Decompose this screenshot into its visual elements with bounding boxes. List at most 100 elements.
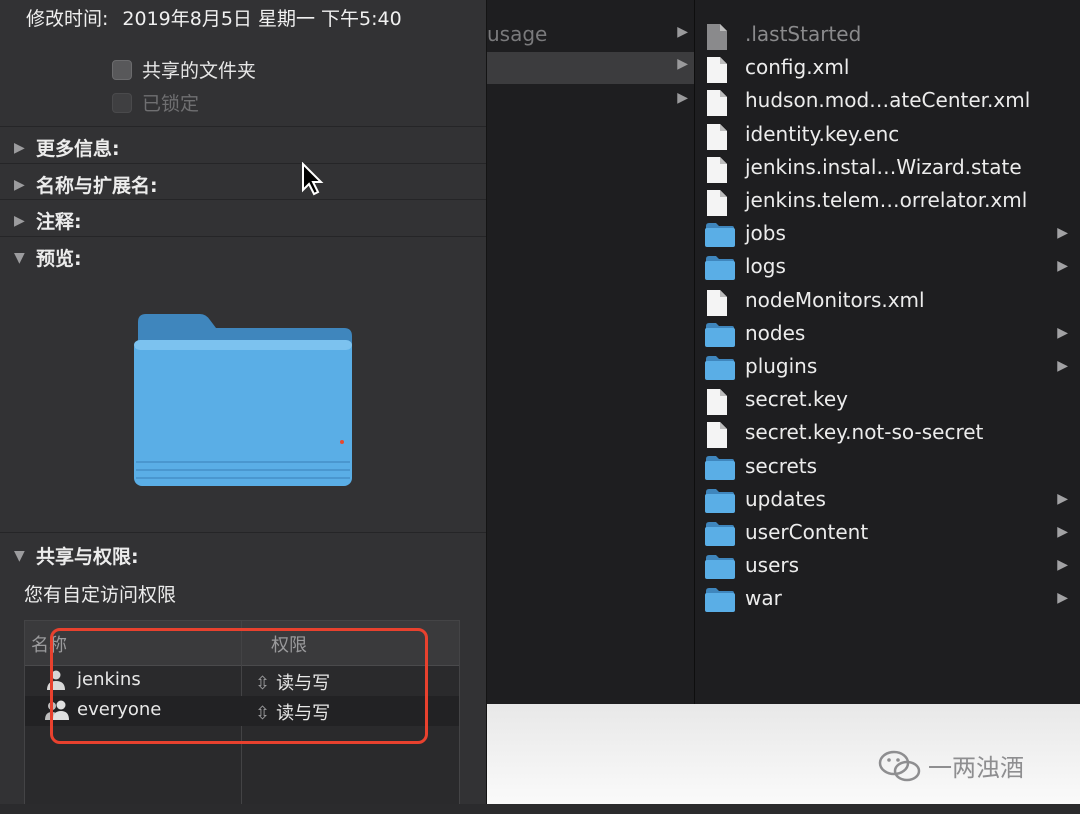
modified-value: 2019年8月5日 星期一 下午5:40 — [122, 8, 402, 30]
file-name: secret.key — [745, 387, 849, 411]
document-icon — [707, 157, 727, 183]
item-name: usage — [487, 22, 548, 46]
file-name: secrets — [745, 454, 818, 478]
finder-file-column: .lastStarted config.xml hudson.mod…ateCent… — [695, 0, 1080, 704]
section-label: 更多信息: — [36, 138, 120, 160]
checkbox-box[interactable] — [112, 92, 132, 113]
annotation-highlight-box — [50, 628, 428, 744]
folder-row[interactable]: userContent ▶ — [695, 518, 1080, 551]
folder-icon — [705, 256, 735, 280]
section-sharing-permissions[interactable]: ▼ 共享与权限: — [14, 542, 139, 569]
finder-previous-column: usage ▶ ▶ ▶ — [487, 0, 695, 704]
file-name: jenkins.instal…Wizard.state — [745, 155, 1022, 179]
folder-row[interactable]: nodes ▶ — [695, 319, 1080, 352]
file-name: hudson.mod…ateCenter.xml — [745, 88, 1031, 112]
divider — [0, 163, 486, 164]
folder-icon — [705, 456, 735, 480]
folder-preview-icon — [134, 314, 352, 486]
watermark: 一两浊酒 — [878, 748, 1024, 783]
document-icon — [707, 124, 727, 150]
section-name-extension[interactable]: ▶ 名称与扩展名: — [14, 171, 158, 198]
file-row[interactable]: config.xml — [695, 53, 1080, 86]
bottom-edge — [0, 804, 1080, 814]
shared-folder-label: 共享的文件夹 — [142, 60, 257, 82]
chevron-right-icon: ▶ — [1057, 557, 1068, 573]
folder-icon — [705, 223, 735, 247]
chevron-right-icon: ▶ — [677, 24, 688, 40]
document-icon — [707, 90, 727, 116]
chevron-right-icon: ▶ — [1057, 225, 1068, 241]
section-label: 共享与权限: — [36, 546, 139, 568]
folder-icon — [705, 356, 735, 380]
list-item[interactable]: usage ▶ — [487, 20, 694, 52]
file-name: config.xml — [745, 55, 850, 79]
file-name: updates — [745, 487, 826, 511]
document-icon — [707, 290, 727, 316]
document-icon — [707, 57, 727, 83]
section-more-info[interactable]: ▶ 更多信息: — [14, 134, 120, 161]
folder-icon — [705, 555, 735, 579]
section-preview[interactable]: ▼ 预览: — [14, 244, 82, 271]
watermark-text: 一两浊酒 — [928, 754, 1024, 782]
shared-folder-checkbox[interactable]: 共享的文件夹 — [112, 56, 256, 83]
file-name: userContent — [745, 520, 869, 544]
folder-row[interactable]: jobs ▶ — [695, 219, 1080, 252]
chevron-right-icon: ▶ — [1057, 524, 1068, 540]
file-name: identity.key.enc — [745, 122, 900, 146]
folder-row[interactable]: war ▶ — [695, 584, 1080, 617]
disclosure-right-icon[interactable]: ▶ — [14, 177, 36, 193]
folder-row[interactable]: logs ▶ — [695, 252, 1080, 285]
mouse-pointer-icon — [302, 162, 324, 196]
divider — [0, 126, 486, 127]
divider — [0, 199, 486, 200]
checkbox-box[interactable] — [112, 59, 132, 80]
folder-row[interactable]: secrets — [695, 452, 1080, 485]
chevron-right-icon: ▶ — [1057, 358, 1068, 374]
disclosure-down-icon[interactable]: ▼ — [14, 250, 36, 266]
file-row[interactable]: nodeMonitors.xml — [695, 286, 1080, 319]
list-item-selected[interactable]: ▶ — [487, 52, 694, 84]
file-row[interactable]: jenkins.telem…orrelator.xml — [695, 186, 1080, 219]
file-name: logs — [745, 254, 786, 278]
document-icon — [707, 389, 727, 415]
chevron-right-icon: ▶ — [1057, 258, 1068, 274]
disclosure-down-icon[interactable]: ▼ — [14, 548, 36, 564]
file-row[interactable]: secret.key — [695, 385, 1080, 418]
file-name: nodes — [745, 321, 806, 345]
file-name: war — [745, 586, 782, 610]
file-name: plugins — [745, 354, 818, 378]
chevron-right-icon: ▶ — [677, 90, 688, 106]
chevron-right-icon: ▶ — [1057, 325, 1068, 341]
file-row[interactable]: .lastStarted — [695, 20, 1080, 53]
folder-icon — [705, 489, 735, 513]
modified-label: 修改时间: — [26, 8, 109, 30]
file-name: jenkins.telem…orrelator.xml — [745, 188, 1028, 212]
locked-checkbox[interactable]: 已锁定 — [112, 89, 199, 116]
folder-row[interactable]: updates ▶ — [695, 485, 1080, 518]
disclosure-right-icon[interactable]: ▶ — [14, 213, 36, 229]
wechat-icon — [878, 750, 921, 781]
folder-icon — [705, 588, 735, 612]
file-row[interactable]: jenkins.instal…Wizard.state — [695, 153, 1080, 186]
section-comments[interactable]: ▶ 注释: — [14, 207, 82, 234]
document-icon — [707, 24, 727, 50]
file-name: secret.key.not-so-secret — [745, 420, 984, 444]
file-row[interactable]: hudson.mod…ateCenter.xml — [695, 86, 1080, 119]
file-name: nodeMonitors.xml — [745, 288, 925, 312]
file-row[interactable]: identity.key.enc — [695, 120, 1080, 153]
folder-icon — [705, 522, 735, 546]
divider — [0, 236, 486, 237]
locked-label: 已锁定 — [142, 93, 200, 115]
file-name: .lastStarted — [745, 22, 862, 46]
permission-note: 您有自定访问权限 — [24, 584, 177, 606]
folder-row[interactable]: plugins ▶ — [695, 352, 1080, 385]
file-name: users — [745, 553, 800, 577]
folder-icon — [705, 323, 735, 347]
file-row[interactable]: secret.key.not-so-secret — [695, 418, 1080, 451]
chevron-right-icon: ▶ — [677, 56, 688, 72]
list-item[interactable]: ▶ — [487, 86, 694, 118]
section-label: 注释: — [36, 211, 82, 233]
folder-row[interactable]: users ▶ — [695, 551, 1080, 584]
document-icon — [707, 190, 727, 216]
disclosure-right-icon[interactable]: ▶ — [14, 140, 36, 156]
